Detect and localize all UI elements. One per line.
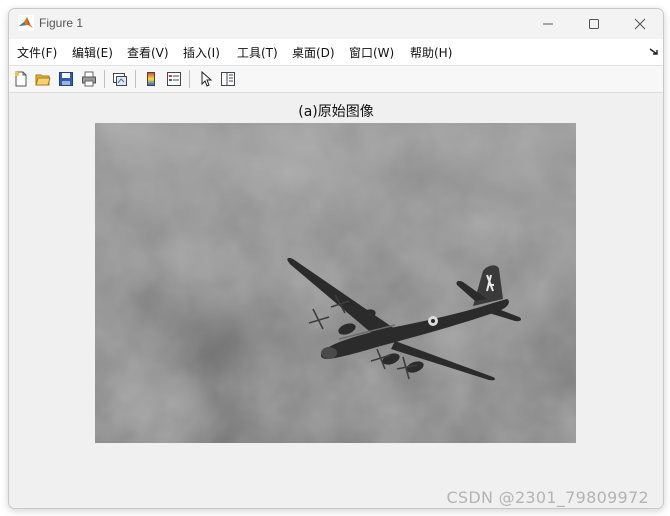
minimize-icon: [543, 23, 553, 25]
link-plot-button[interactable]: [110, 69, 130, 89]
property-editor-button[interactable]: [218, 69, 238, 89]
menu-desktop[interactable]: 桌面(D): [292, 44, 335, 61]
new-figure-button[interactable]: [11, 69, 31, 89]
save-button[interactable]: [56, 69, 76, 89]
minimize-button[interactable]: [525, 9, 571, 39]
menu-insert[interactable]: 插入(I): [183, 44, 220, 61]
save-icon: [59, 72, 73, 86]
menu-bar: 文件(F) 编辑(E) 查看(V) 插入(I) 工具(T) 桌面(D) 窗口(W…: [9, 39, 663, 66]
toolbar-separator: [104, 70, 105, 88]
dock-arrow-icon[interactable]: [649, 48, 659, 56]
toolbar-separator: [135, 70, 136, 88]
print-icon: [82, 71, 96, 87]
edit-plot-button[interactable]: [196, 69, 216, 89]
csdn-watermark: CSDN @2301_79809972: [446, 488, 649, 507]
maximize-button[interactable]: [571, 9, 617, 39]
menu-tools[interactable]: 工具(T): [237, 44, 278, 61]
pointer-icon: [201, 71, 213, 87]
close-icon: [634, 18, 646, 30]
print-button[interactable]: [79, 69, 99, 89]
figure-window: Figure 1 文件(F) 编辑(E) 查看(V) 插入(I) 工具(T) 桌…: [8, 8, 664, 509]
axes-title: (a)原始图像: [298, 104, 374, 120]
property-editor-icon: [221, 72, 235, 86]
new-figure-icon: [14, 71, 27, 87]
open-folder-icon: [35, 74, 51, 86]
open-file-button[interactable]: [33, 69, 53, 89]
legend-icon: [167, 72, 181, 86]
maximize-icon: [589, 19, 599, 29]
window-title: Figure 1: [39, 16, 84, 30]
menu-file[interactable]: 文件(F): [17, 44, 57, 61]
colorbar-icon: [147, 72, 155, 86]
legend-button[interactable]: [164, 69, 184, 89]
close-button[interactable]: [617, 9, 663, 39]
toolbar-separator: [189, 70, 190, 88]
menu-window[interactable]: 窗口(W): [349, 44, 394, 61]
menu-edit[interactable]: 编辑(E): [72, 44, 113, 61]
grayscale-airplane-image[interactable]: [95, 123, 576, 443]
link-plot-icon: [113, 73, 127, 86]
colorbar-button[interactable]: [141, 69, 161, 89]
title-bar[interactable]: Figure 1: [9, 9, 663, 39]
menu-view[interactable]: 查看(V): [127, 44, 169, 61]
menu-help[interactable]: 帮助(H): [410, 44, 452, 61]
figure-toolbar: [9, 66, 663, 93]
figure-canvas[interactable]: (a)原始图像 CSDN @2301_79809972: [9, 93, 663, 508]
matlab-logo-icon: [18, 15, 34, 31]
